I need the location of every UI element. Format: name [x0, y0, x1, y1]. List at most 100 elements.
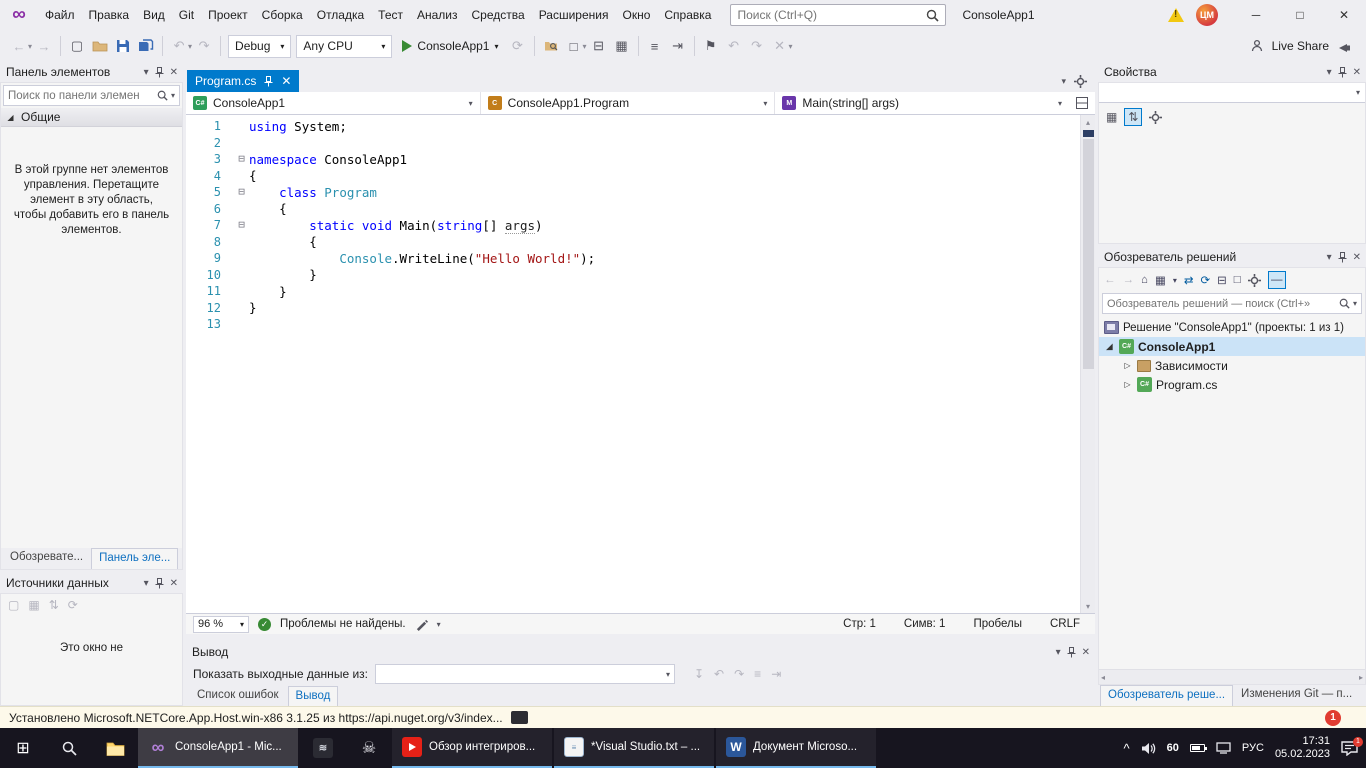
taskbar-task-youtube[interactable]: Обзор интегриров... — [392, 728, 552, 768]
chevron-down-icon[interactable]: ▾ — [437, 620, 441, 629]
code-line[interactable]: 13 — [186, 316, 1080, 333]
pin-icon[interactable] — [1338, 67, 1347, 78]
hot-reload-icon[interactable]: ⟳ — [507, 34, 529, 58]
save-icon[interactable] — [112, 34, 134, 58]
next-message-icon[interactable]: ↷ — [734, 667, 744, 681]
configure-data-source-icon[interactable]: ⇅ — [49, 598, 59, 612]
data-sources-header[interactable]: Источники данных ▾ ✕ — [0, 573, 183, 593]
tab-git-changes[interactable]: Изменения Git — п... — [1234, 685, 1359, 706]
notification-badge[interactable]: 1 — [1325, 710, 1341, 726]
tree-row-solution[interactable]: Решение "ConsoleApp1" (проекты: 1 из 1) — [1099, 318, 1365, 337]
gear-icon[interactable] — [1074, 75, 1087, 88]
prev-message-icon[interactable]: ↶ — [714, 667, 724, 681]
fold-collapse-icon[interactable]: ⊟ — [234, 184, 249, 200]
toolbox-group-general[interactable]: ◢ Общие — [1, 108, 182, 127]
start-button[interactable]: ⊞ — [0, 728, 46, 768]
tab-output[interactable]: Вывод — [288, 686, 339, 706]
tab-toolbox[interactable]: Панель эле... — [91, 548, 178, 569]
warning-icon[interactable] — [1168, 8, 1184, 22]
clear-bookmarks-icon[interactable]: ✕ — [769, 34, 791, 58]
chevron-down-icon[interactable]: ▾ — [1173, 276, 1177, 285]
navigate-back-icon[interactable]: ← — [8, 34, 30, 58]
tab-program-cs[interactable]: Program.cs ✕ — [187, 70, 299, 92]
volume-icon[interactable] — [1141, 742, 1156, 755]
taskbar-game-icon[interactable]: ≋ — [300, 728, 346, 768]
goto-message-icon[interactable]: ↧ — [694, 667, 704, 681]
taskbar-task-vs[interactable]: ∞ ConsoleApp1 - Mic... — [138, 728, 298, 768]
toolbox-search-input[interactable] — [8, 90, 154, 102]
refresh-icon[interactable]: ⟳ — [1200, 273, 1210, 287]
tab-solution-explorer-left[interactable]: Обозревате... — [3, 548, 90, 569]
file-explorer-icon[interactable] — [92, 728, 138, 768]
pin-icon[interactable] — [264, 76, 273, 87]
menu-help[interactable]: Справка — [657, 0, 718, 30]
find-in-files-icon[interactable] — [540, 34, 562, 58]
member-dropdown[interactable]: M Main(string[] args) ▾ — [775, 92, 1069, 114]
bookmark-icon[interactable]: ⚑ — [700, 34, 722, 58]
solution-search-input[interactable] — [1107, 298, 1336, 310]
categorized-icon[interactable]: ▦ — [1106, 110, 1117, 124]
code-line[interactable]: 1using System; — [186, 118, 1080, 135]
solution-horizontal-scrollbar[interactable]: ◂ ▸ — [1099, 669, 1365, 684]
close-icon[interactable]: ✕ — [170, 578, 178, 589]
status-eol[interactable]: CRLF — [1050, 618, 1080, 630]
notification-info-bar[interactable]: Установлено Microsoft.NETCore.App.Host.w… — [0, 706, 1366, 728]
collapse-all-icon[interactable]: ⊟ — [1217, 273, 1227, 287]
chevron-down-icon[interactable]: ▾ — [1353, 299, 1357, 308]
feedback-icon[interactable] — [1337, 40, 1352, 53]
battery-icon[interactable] — [1190, 744, 1205, 752]
toolbar-overflow-caret-icon[interactable]: ▾ — [789, 42, 793, 51]
menu-view[interactable]: Вид — [136, 0, 172, 30]
word-wrap-icon[interactable]: ⇥ — [771, 667, 781, 681]
tab-solution-explorer[interactable]: Обозреватель реше... — [1100, 685, 1233, 706]
tree-row-dependencies[interactable]: ▷ Зависимости — [1099, 356, 1365, 375]
prev-bookmark-icon[interactable]: ↶ — [723, 34, 745, 58]
back-icon[interactable]: ← — [1104, 274, 1116, 286]
gear-icon[interactable] — [1149, 111, 1162, 124]
platform-dropdown[interactable]: Any CPU ▾ — [296, 35, 392, 58]
menu-git[interactable]: Git — [172, 0, 201, 30]
chevron-down-icon[interactable]: ▾ — [1056, 647, 1061, 658]
toolbox-search-box[interactable]: ▾ — [3, 85, 180, 106]
pin-icon[interactable] — [1338, 252, 1347, 263]
menu-build[interactable]: Сборка — [255, 0, 310, 30]
navigate-forward-icon[interactable]: → — [33, 34, 55, 58]
taskbar-task-word[interactable]: W Документ Microso... — [716, 728, 876, 768]
scroll-up-icon[interactable]: ▴ — [1086, 115, 1090, 129]
nest-files-icon[interactable]: □ — [1234, 274, 1241, 286]
undo-caret-icon[interactable]: ▾ — [188, 42, 192, 51]
split-editor-button[interactable] — [1069, 92, 1095, 114]
type-dropdown[interactable]: C ConsoleApp1.Program ▾ — [481, 92, 776, 114]
taskbar-search-icon[interactable] — [46, 728, 92, 768]
menu-window[interactable]: Окно — [615, 0, 657, 30]
project-dropdown[interactable]: C# ConsoleApp1 ▾ — [186, 92, 481, 114]
properties-object-dropdown[interactable]: ▾ — [1099, 83, 1365, 103]
chevron-down-icon[interactable]: ▾ — [171, 91, 175, 100]
code-line[interactable]: 8 { — [186, 234, 1080, 251]
code-line[interactable]: 4{ — [186, 168, 1080, 185]
pin-icon[interactable] — [155, 578, 164, 589]
chevron-down-icon[interactable]: ▾ — [144, 578, 149, 589]
expanded-icon[interactable]: ◢ — [1104, 342, 1115, 351]
scroll-down-icon[interactable]: ▾ — [1086, 599, 1090, 613]
home-icon[interactable]: ⌂ — [1141, 274, 1148, 286]
properties-header[interactable]: Свойства ▾ ✕ — [1098, 62, 1366, 82]
undo-icon[interactable]: ↶ — [168, 34, 190, 58]
tree-row-program-cs[interactable]: ▷ C# Program.cs — [1099, 375, 1365, 394]
menu-tools[interactable]: Средства — [465, 0, 532, 30]
quick-search-input[interactable] — [737, 8, 922, 22]
code-lines[interactable]: 1using System;23⊟namespace ConsoleApp14{… — [186, 115, 1080, 613]
code-editor[interactable]: 1using System;23⊟namespace ConsoleApp14{… — [186, 115, 1095, 613]
wrench-icon[interactable] — [1248, 274, 1261, 287]
close-icon[interactable]: ✕ — [1353, 252, 1361, 263]
taskbar-task-notepad[interactable]: ≡ *Visual Studio.txt – ... — [554, 728, 714, 768]
code-line[interactable]: 5⊟ class Program — [186, 184, 1080, 201]
code-line[interactable]: 12} — [186, 300, 1080, 317]
clear-output-icon[interactable]: ≡ — [754, 667, 761, 681]
live-share-label[interactable]: Live Share — [1272, 39, 1329, 53]
forward-icon[interactable]: → — [1123, 274, 1135, 286]
scroll-left-icon[interactable]: ◂ — [1101, 673, 1105, 682]
chevron-down-icon[interactable]: ▾ — [144, 67, 149, 78]
uncomment-icon[interactable]: ▦ — [611, 34, 633, 58]
code-line[interactable]: 7⊟ static void Main(string[] args) — [186, 217, 1080, 234]
